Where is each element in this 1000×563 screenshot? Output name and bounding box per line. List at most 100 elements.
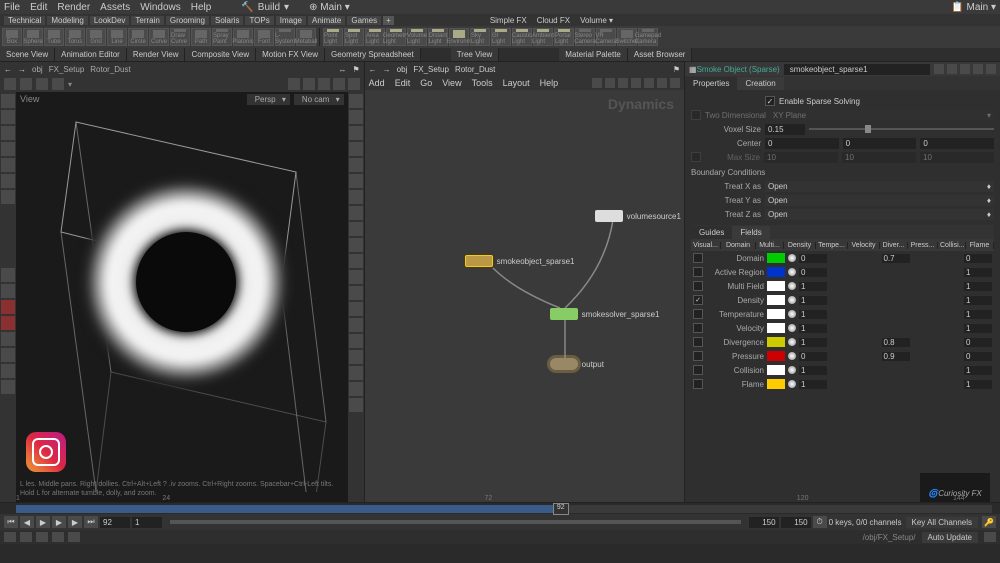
- display-tool-icon[interactable]: [349, 110, 363, 124]
- display-tool-icon[interactable]: [349, 158, 363, 172]
- net-menu-help[interactable]: Help: [540, 78, 559, 88]
- shelf-ambient[interactable]: Ambient Light: [533, 28, 553, 46]
- display-tool-icon[interactable]: [349, 254, 363, 268]
- net-menu-view[interactable]: View: [442, 78, 461, 88]
- col-flame[interactable]: Flame: [966, 242, 994, 249]
- menu-edit[interactable]: Edit: [30, 2, 47, 13]
- path-rotordust[interactable]: Rotor_Dust: [90, 65, 130, 74]
- display-tool-icon[interactable]: [349, 94, 363, 108]
- end-frame-field[interactable]: 150: [749, 517, 779, 528]
- tool-icon[interactable]: [1, 174, 15, 188]
- first-frame-button[interactable]: ⏮: [4, 516, 18, 528]
- display-tool-icon[interactable]: [349, 238, 363, 252]
- menu-help[interactable]: Help: [191, 2, 212, 13]
- guide-value-field[interactable]: 0: [964, 254, 992, 263]
- shelf-envlight[interactable]: Environm: [449, 28, 469, 46]
- path-obj[interactable]: obj: [32, 65, 43, 74]
- tool-icon[interactable]: [1, 190, 15, 204]
- tab-compview[interactable]: Composite View: [185, 48, 256, 61]
- shelf-curve[interactable]: Curve: [149, 28, 169, 46]
- display-tool-icon[interactable]: [349, 366, 363, 380]
- path-flag-icon[interactable]: ⚑: [353, 65, 360, 74]
- tool-icon[interactable]: [1, 158, 15, 172]
- col-multi[interactable]: Multi...: [756, 242, 784, 249]
- display-tool-icon[interactable]: [349, 142, 363, 156]
- guide-value-field[interactable]: 1: [964, 366, 992, 375]
- shelf-spraypaint[interactable]: Spray Paint: [212, 28, 232, 46]
- col-diverg[interactable]: Diver...: [880, 242, 908, 249]
- guide-value-field[interactable]: 1: [799, 296, 827, 305]
- tab-guides[interactable]: Guides: [691, 226, 732, 239]
- guide-color-swatch[interactable]: [767, 295, 785, 305]
- guide-value-field[interactable]: 0.7: [882, 254, 910, 263]
- node-output[interactable]: output: [550, 358, 604, 370]
- next-frame-button[interactable]: ▶: [68, 516, 82, 528]
- guide-visibility-checkbox[interactable]: [693, 295, 703, 305]
- col-density[interactable]: Density: [784, 242, 816, 249]
- timeline-current-frame-marker[interactable]: 92: [553, 503, 569, 515]
- net-menu-add[interactable]: Add: [369, 78, 385, 88]
- vp-tool-icon[interactable]: [333, 78, 345, 90]
- range-slider[interactable]: [170, 520, 741, 524]
- guide-visibility-checkbox[interactable]: [693, 365, 703, 375]
- vp-tool-icon[interactable]: [52, 78, 64, 90]
- net-toolbar-icon[interactable]: [618, 78, 628, 88]
- shelf-tube[interactable]: Tube: [44, 28, 64, 46]
- display-tool-icon[interactable]: [349, 206, 363, 220]
- radial-menu-selector[interactable]: ⊕ Main ▾: [309, 2, 350, 13]
- shelf-metaball[interactable]: Metaball: [296, 28, 316, 46]
- net-menu-edit[interactable]: Edit: [395, 78, 411, 88]
- guide-value-field[interactable]: 1: [964, 268, 992, 277]
- shelf-font[interactable]: Font: [254, 28, 274, 46]
- cook-icon[interactable]: [984, 532, 996, 542]
- display-tool-icon[interactable]: [349, 382, 363, 396]
- tab-creation[interactable]: Creation: [737, 77, 783, 90]
- shelf-path[interactable]: Path: [191, 28, 211, 46]
- tab-geospread[interactable]: Geometry Spreadsheet: [325, 48, 421, 61]
- center-x-field[interactable]: 0: [765, 138, 839, 149]
- shelf-vrcam[interactable]: VR Camera: [596, 28, 616, 46]
- shelf-pointlight[interactable]: Point Light: [323, 28, 343, 46]
- menu-windows[interactable]: Windows: [140, 2, 181, 13]
- path-pin-icon[interactable]: ⚑: [673, 65, 680, 74]
- guide-color-swatch[interactable]: [767, 337, 785, 347]
- key-button[interactable]: 🔑: [982, 516, 996, 528]
- desk-tab[interactable]: Technical: [4, 16, 45, 25]
- guide-visibility-checkbox[interactable]: [693, 253, 703, 263]
- path-obj[interactable]: obj: [397, 65, 408, 74]
- guide-value-field[interactable]: 0: [799, 268, 827, 277]
- shelf-skylight[interactable]: Sky Light: [470, 28, 490, 46]
- guide-ramp-icon[interactable]: [788, 296, 796, 304]
- guide-value-field[interactable]: 1: [964, 324, 992, 333]
- tab-assetbrowser[interactable]: Asset Browser: [628, 48, 693, 61]
- guide-value-field[interactable]: 0: [964, 338, 992, 347]
- guide-value-field[interactable]: 1: [799, 282, 827, 291]
- tab-fields[interactable]: Fields: [732, 226, 769, 239]
- guide-color-swatch[interactable]: [767, 253, 785, 263]
- tab-motionfx[interactable]: Motion FX View: [256, 48, 325, 61]
- net-toolbar-icon[interactable]: [644, 78, 654, 88]
- tab-animeditor[interactable]: Animation Editor: [55, 48, 127, 61]
- col-visual[interactable]: Visual...: [691, 242, 721, 249]
- treat-y-dropdown[interactable]: Open♦: [765, 195, 994, 206]
- col-pressure[interactable]: Press...: [908, 242, 938, 249]
- treat-x-dropdown[interactable]: Open♦: [765, 181, 994, 192]
- vp-tool-icon[interactable]: [20, 78, 32, 90]
- guide-ramp-icon[interactable]: [788, 254, 796, 262]
- enable-sparse-checkbox[interactable]: [765, 96, 775, 106]
- snap-tool-icon[interactable]: [1, 300, 15, 314]
- display-tool-icon[interactable]: [349, 286, 363, 300]
- display-tool-icon[interactable]: [349, 174, 363, 188]
- guide-visibility-checkbox[interactable]: [693, 267, 703, 277]
- shelf-spotlight[interactable]: Spot Light: [344, 28, 364, 46]
- snap-tool-icon[interactable]: [1, 284, 15, 298]
- timeline-ruler[interactable]: 1 24 72 120 144 92: [16, 505, 992, 513]
- menu-render[interactable]: Render: [57, 2, 90, 13]
- guide-visibility-checkbox[interactable]: [693, 337, 703, 347]
- path-pin-icon[interactable]: ↔: [339, 65, 347, 74]
- play-back-button[interactable]: ▶: [36, 516, 50, 528]
- scale-tool-icon[interactable]: [1, 142, 15, 156]
- tab-properties[interactable]: Properties: [685, 77, 737, 90]
- shelf-gilight[interactable]: GI Light: [491, 28, 511, 46]
- net-menu-layout[interactable]: Layout: [503, 78, 530, 88]
